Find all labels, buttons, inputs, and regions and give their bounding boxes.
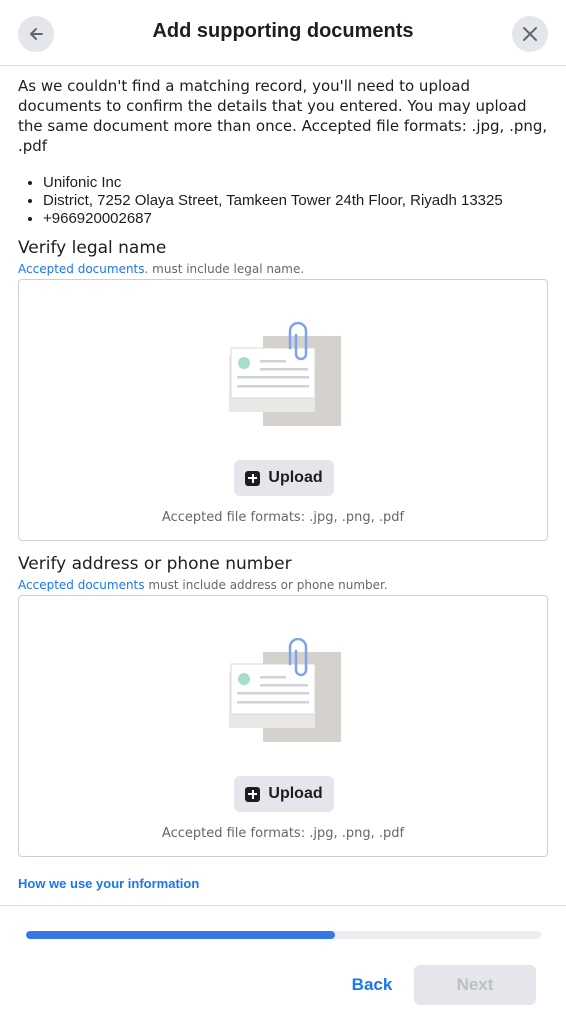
dialog-header: Add supporting documents [0, 0, 566, 66]
address-upload-area[interactable]: Upload Accepted file formats: .jpg, .png… [18, 595, 548, 857]
plus-icon [245, 786, 261, 802]
record-phone: +966920002687 [43, 210, 548, 228]
address-upload-button[interactable]: Upload [234, 776, 334, 812]
legal-name-upload-area[interactable]: Upload Accepted file formats: .jpg, .png… [18, 279, 548, 541]
section-title-legal-name: Verify legal name [18, 238, 167, 258]
progress-fill [26, 931, 335, 939]
legal-name-hint: Accepted documents. must include legal n… [18, 261, 548, 277]
address-formats-text: Accepted file formats: .jpg, .png, .pdf [161, 826, 405, 841]
accepted-documents-link[interactable]: Accepted documents [18, 578, 145, 592]
footer-divider [0, 905, 566, 906]
close-button[interactable] [512, 16, 548, 52]
document-clip-icon [229, 638, 341, 742]
how-we-use-info-link[interactable]: How we use your information [18, 876, 199, 891]
upload-label: Upload [268, 785, 323, 802]
next-button[interactable]: Next [414, 965, 536, 1005]
legal-name-formats-text: Accepted file formats: .jpg, .png, .pdf [161, 510, 405, 525]
progress-bar [26, 931, 541, 939]
document-clip-icon [229, 322, 341, 426]
accepted-documents-link[interactable]: Accepted documents [18, 262, 145, 276]
upload-label: Upload [268, 469, 323, 486]
back-button[interactable]: Back [340, 965, 404, 1005]
section-title-address-phone: Verify address or phone number [18, 554, 292, 574]
record-company-name: Unifonic Inc [43, 174, 548, 192]
address-hint: Accepted documents must include address … [18, 577, 548, 593]
record-address: District, 7252 Olaya Street, Tamkeen Tow… [43, 192, 548, 210]
plus-icon [245, 470, 261, 486]
close-icon [523, 27, 537, 41]
dialog-title: Add supporting documents [152, 20, 414, 42]
intro-text: As we couldn't find a matching record, y… [18, 77, 548, 155]
legal-name-hint-text: . must include legal name. [144, 262, 305, 276]
address-hint-text: must include address or phone number. [144, 578, 388, 592]
entered-record-list: Unifonic Inc District, 7252 Olaya Street… [18, 174, 548, 228]
dialog-content: As we couldn't find a matching record, y… [18, 76, 548, 857]
legal-name-upload-button[interactable]: Upload [234, 460, 334, 496]
